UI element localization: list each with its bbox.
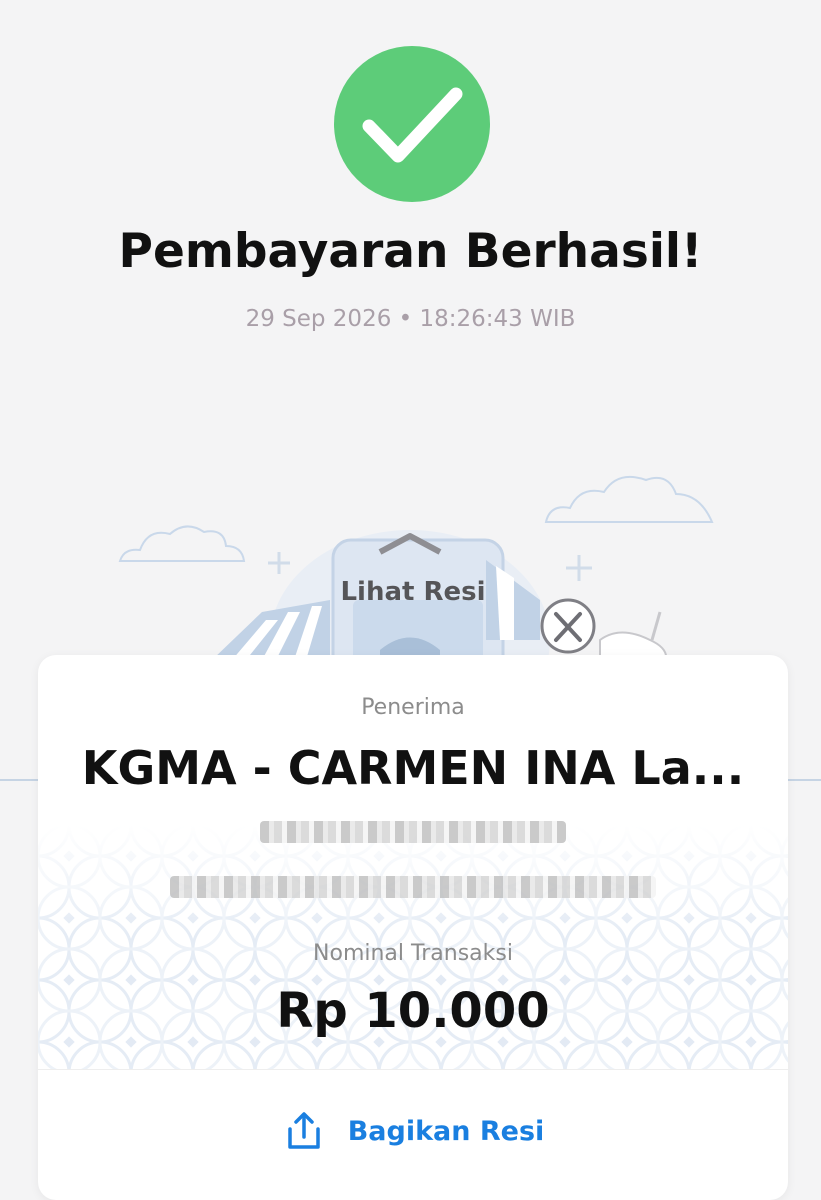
share-receipt-label: Bagikan Resi xyxy=(347,1115,545,1147)
share-receipt-button[interactable]: Bagikan Resi xyxy=(38,1070,788,1200)
amount-label: Nominal Transaksi xyxy=(313,941,513,966)
recipient-label: Penerima xyxy=(361,695,465,720)
redacted-detail xyxy=(260,821,566,843)
redacted-detail xyxy=(170,876,656,898)
success-check-icon xyxy=(334,46,490,202)
divider-left xyxy=(0,779,40,781)
divider-right xyxy=(786,779,821,781)
transaction-datetime: 29 Sep 2026 • 18:26:43 WIB xyxy=(245,306,576,332)
page-title: Pembayaran Berhasil! xyxy=(118,224,703,279)
transaction-amount: Rp 10.000 xyxy=(276,983,550,1039)
share-upload-icon xyxy=(287,1112,320,1149)
recipient-name: KGMA - CARMEN INA La... xyxy=(81,741,745,795)
store-illustration xyxy=(118,476,714,670)
view-receipt-link[interactable]: Lihat Resi xyxy=(330,577,496,607)
receipt-card: Penerima KGMA - CARMEN INA La... Nominal… xyxy=(38,655,788,1200)
